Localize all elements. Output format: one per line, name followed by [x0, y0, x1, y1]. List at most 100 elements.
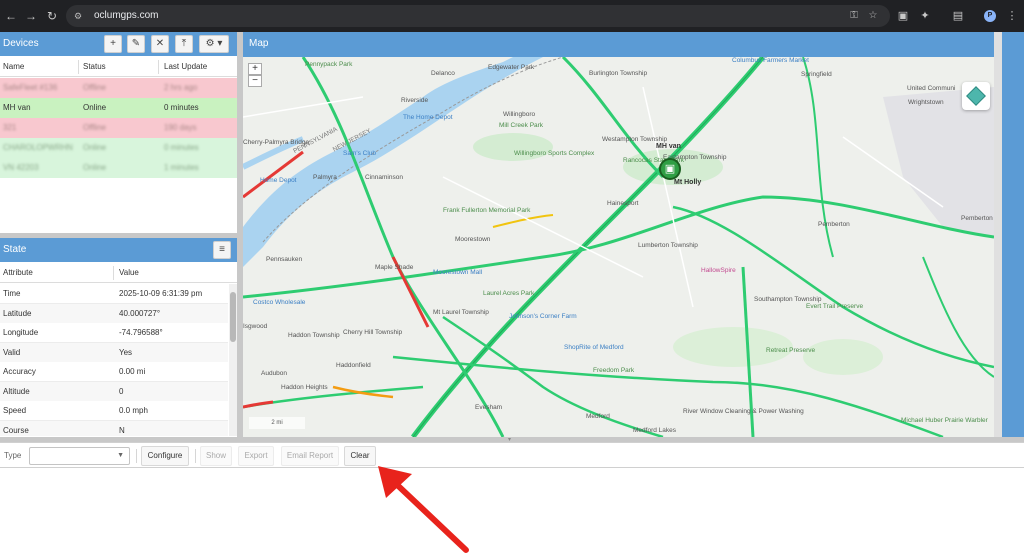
map-place-label: Columbus Farmers Market: [732, 57, 809, 64]
table-row[interactable]: Speed 0.0 mph: [0, 401, 228, 421]
configure-button[interactable]: Configure: [141, 446, 189, 466]
state-title: State: [3, 244, 27, 255]
attribute-value: -74.796588°: [119, 328, 163, 337]
attribute-value: 40.000727°: [119, 308, 161, 318]
map-title: Map: [249, 38, 269, 49]
table-row[interactable]: Latitude 40.000727°: [0, 303, 228, 324]
attribute-value: N: [119, 425, 125, 435]
map-place-label: Westampton Township: [602, 136, 668, 143]
password-key-icon[interactable]: ⚿: [848, 10, 860, 22]
map-place-label: Pennsauken: [266, 256, 303, 263]
export-button[interactable]: Export: [238, 446, 274, 466]
zoom-out-button[interactable]: −: [248, 75, 262, 87]
cast-icon[interactable]: ▣: [895, 8, 911, 24]
map-place-label: Hainesport: [607, 200, 639, 207]
edit-icon[interactable]: ✎: [127, 35, 145, 53]
remove-icon[interactable]: ✕: [151, 35, 169, 53]
address-bar[interactable]: ⚙ oclumgps.com ⚿ ☆: [66, 5, 890, 27]
attribute-value: 0.0 mph: [119, 406, 148, 415]
state-scroll-thumb[interactable]: [230, 292, 236, 342]
back-icon[interactable]: ←: [3, 8, 19, 24]
map-place-label: Edgewater Park: [488, 64, 535, 71]
device-last-update: 0 minutes: [164, 103, 199, 112]
site-settings-icon[interactable]: ⚙: [74, 10, 86, 22]
map-header: Map: [243, 32, 994, 57]
bookmark-star-icon[interactable]: ☆: [867, 10, 879, 22]
attribute-name: Altitude: [3, 386, 30, 396]
url-text[interactable]: oclumgps.com: [94, 10, 158, 22]
list-view-icon[interactable]: ≡: [213, 241, 231, 259]
device-last-update: 190 days: [164, 123, 197, 132]
map-scale: 2 mi: [249, 417, 305, 429]
show-button[interactable]: Show: [200, 446, 232, 466]
device-name: VN 42203: [3, 163, 39, 172]
table-row[interactable]: Valid Yes: [0, 342, 228, 363]
map-place-label: Mt Laurel Township: [433, 309, 489, 316]
attribute-value: 0.00 mi: [119, 367, 146, 376]
map-place-label: Riverside: [401, 97, 429, 104]
device-name: MH van: [3, 103, 31, 112]
table-row[interactable]: Accuracy 0.00 mi: [0, 362, 228, 382]
map-place-label: Costco Wholesale: [253, 299, 306, 306]
menu-dots-icon[interactable]: ⋮: [1004, 8, 1020, 24]
map-place-label: Haddon Heights: [281, 384, 328, 391]
column-attribute[interactable]: Attribute: [3, 263, 33, 283]
table-row[interactable]: Altitude 0: [0, 381, 228, 402]
map-place-label: Laurel Acres Park: [483, 290, 535, 297]
map-view[interactable]: Pennypack Park Delanco Edgewater Park Burli…: [243, 57, 994, 437]
column-status[interactable]: Status: [83, 57, 106, 77]
map-place-label: Evert Trail Preserve: [806, 303, 864, 310]
vehicle-bus-icon[interactable]: ▣: [659, 158, 681, 180]
table-row[interactable]: Time 2025-10-09 6:31:39 pm: [0, 284, 228, 304]
device-last-update: 2 hrs ago: [164, 83, 198, 92]
table-row[interactable]: CHAROLOPWRHN Online 0 minutes: [0, 138, 237, 158]
map-place-label: Willingboro Sports Complex: [514, 150, 595, 157]
upload-icon[interactable]: ⤒: [175, 35, 193, 53]
attribute-name: Time: [3, 289, 21, 298]
extensions-icon[interactable]: ✦: [917, 8, 933, 24]
table-row[interactable]: 321 Offline 190 days: [0, 118, 237, 138]
column-value[interactable]: Value: [119, 263, 139, 283]
state-grid-header: Attribute Value: [0, 263, 237, 283]
devices-title: Devices: [3, 38, 39, 49]
devices-grid-header: Name Status Last Update: [0, 57, 237, 77]
map-place-label: Michael Huber Prairie Warbler: [901, 417, 988, 424]
add-icon[interactable]: +: [104, 35, 122, 53]
layers-icon: [966, 86, 986, 106]
map-place-label: Palmyra: [313, 174, 337, 181]
column-last-update[interactable]: Last Update: [164, 57, 207, 77]
map-place-label: Willingboro: [503, 111, 536, 118]
table-row[interactable]: Course N: [0, 420, 228, 436]
profile-icon[interactable]: P: [984, 10, 996, 22]
vehicle-label: MH van: [656, 143, 681, 150]
table-row[interactable]: VN 42203 Online 1 minutes: [0, 158, 237, 178]
map-place-label: Evesham: [475, 404, 503, 411]
device-last-update: 0 minutes: [164, 143, 199, 152]
map-place-label: Maple Shade: [375, 264, 414, 271]
reload-icon[interactable]: ↻: [44, 8, 60, 24]
sidepanel-icon[interactable]: ▤: [950, 8, 966, 24]
zoom-in-button[interactable]: +: [248, 63, 262, 75]
email-report-button[interactable]: Email Report: [281, 446, 339, 466]
device-name: CHAROLOPWRHN: [3, 143, 73, 152]
map-place-label: Audubon: [261, 370, 288, 377]
layers-button[interactable]: [962, 82, 990, 110]
table-row[interactable]: SafeFleet #136 Offline 2 hrs ago: [0, 78, 237, 98]
device-status: Online: [83, 163, 107, 172]
map-place-label: Cherry Hill Township: [343, 329, 403, 336]
settings-gear-icon[interactable]: ⚙ ▾: [199, 35, 229, 53]
column-name[interactable]: Name: [3, 57, 24, 77]
map-place-label: Isgwood: [243, 323, 268, 330]
forward-icon[interactable]: →: [23, 8, 39, 24]
device-name: SafeFleet #136: [3, 83, 58, 92]
state-scrollbar[interactable]: [229, 284, 237, 436]
table-row[interactable]: MH van Online 0 minutes: [0, 98, 237, 118]
reports-toolbar: Type ▼ Configure Show Export Email Repor…: [0, 442, 1024, 468]
map-place-label: Southampton Township: [754, 296, 822, 303]
map-place-label: Freedom Park: [593, 367, 635, 374]
table-row[interactable]: Longitude -74.796588°: [0, 323, 228, 343]
map-place-label: Haddon Township: [288, 332, 340, 339]
attribute-name: Course: [3, 425, 29, 435]
right-panel-edge: [1002, 32, 1024, 437]
type-select[interactable]: ▼: [29, 447, 130, 465]
